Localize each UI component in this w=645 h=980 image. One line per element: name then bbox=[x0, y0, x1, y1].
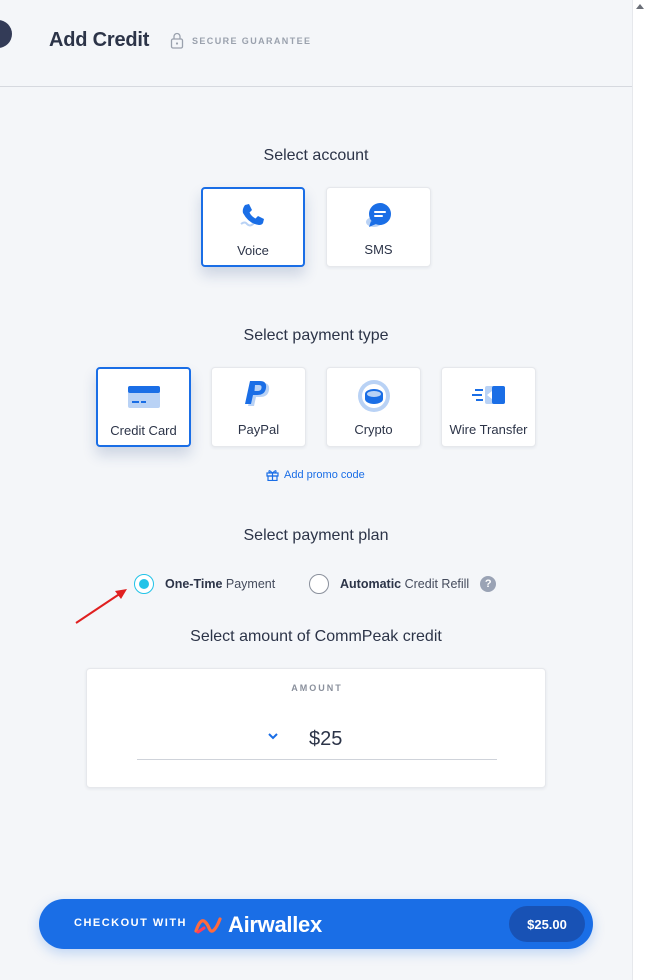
payment-option-paypal-label: PayPal bbox=[237, 422, 280, 437]
amount-value: $25 bbox=[309, 728, 343, 750]
chat-bubble-icon bbox=[361, 198, 397, 234]
page-header: Add Credit SECURE GUARANTEE bbox=[0, 0, 632, 87]
add-promo-code-label: Add promo code bbox=[284, 468, 365, 481]
amount-select[interactable]: $25 bbox=[137, 714, 497, 760]
payment-option-paypal[interactable]: PayPal bbox=[211, 367, 306, 447]
paypal-icon bbox=[241, 378, 277, 414]
add-credit-page: Add Credit SECURE GUARANTEE Select accou… bbox=[0, 0, 645, 980]
red-arrow-annotation bbox=[75, 589, 127, 624]
payment-option-wire-transfer-label: Wire Transfer bbox=[449, 422, 528, 437]
plan-option-automatic[interactable]: Automatic Credit Refill ? bbox=[309, 574, 497, 594]
secure-guarantee-label: SECURE GUARANTEE bbox=[192, 35, 312, 46]
automatic-refill-radio[interactable] bbox=[309, 574, 329, 594]
payment-option-wire-transfer[interactable]: Wire Transfer bbox=[441, 367, 536, 447]
account-option-voice[interactable]: Voice bbox=[201, 187, 305, 267]
payment-option-credit-card-label: Credit Card bbox=[110, 423, 177, 438]
payment-option-crypto[interactable]: Crypto bbox=[326, 367, 421, 447]
lock-icon bbox=[170, 32, 184, 49]
one-time-radio[interactable] bbox=[134, 574, 154, 594]
amount-label: AMOUNT bbox=[291, 683, 343, 693]
avatar[interactable] bbox=[0, 20, 12, 48]
checkout-prefix: CHECKOUT WITH bbox=[74, 917, 187, 929]
crypto-coin-icon bbox=[356, 378, 392, 414]
account-option-sms[interactable]: SMS bbox=[326, 187, 431, 267]
payment-option-crypto-label: Crypto bbox=[354, 422, 393, 437]
phone-icon bbox=[235, 199, 271, 235]
checkout-price: $25.00 bbox=[509, 906, 585, 942]
plan-option-one-time-label: One-Time Payment bbox=[165, 577, 276, 591]
chevron-down-icon bbox=[268, 733, 278, 740]
add-promo-code-link[interactable]: Add promo code bbox=[266, 468, 365, 481]
page-title: Add Credit bbox=[49, 29, 150, 51]
scrollbar[interactable] bbox=[632, 0, 645, 980]
wire-transfer-icon bbox=[470, 378, 508, 414]
credit-card-icon bbox=[126, 379, 162, 415]
secure-guarantee: SECURE GUARANTEE bbox=[170, 32, 311, 49]
airwallex-mark-icon bbox=[194, 917, 222, 934]
account-option-sms-label: SMS bbox=[364, 242, 393, 257]
payment-plan-section-title: Select payment plan bbox=[243, 527, 389, 544]
scroll-up-arrow[interactable] bbox=[636, 4, 644, 9]
airwallex-logo: Airwallex bbox=[194, 912, 322, 938]
checkout-button[interactable]: CHECKOUT WITH Airwallex $25.00 bbox=[39, 899, 593, 949]
gift-icon bbox=[266, 470, 279, 481]
account-option-voice-label: Voice bbox=[237, 243, 269, 258]
account-section-title: Select account bbox=[263, 147, 369, 164]
payment-type-section-title: Select payment type bbox=[243, 327, 389, 344]
payment-option-credit-card[interactable]: Credit Card bbox=[96, 367, 191, 447]
airwallex-brand: Airwallex bbox=[228, 912, 322, 937]
plan-option-one-time[interactable]: One-Time Payment bbox=[134, 574, 275, 594]
amount-section-title: Select amount of CommPeak credit bbox=[190, 628, 442, 645]
help-icon[interactable]: ? bbox=[480, 576, 497, 592]
amount-card: AMOUNT $25 bbox=[86, 668, 546, 788]
plan-option-automatic-label: Automatic Credit Refill bbox=[340, 577, 470, 591]
